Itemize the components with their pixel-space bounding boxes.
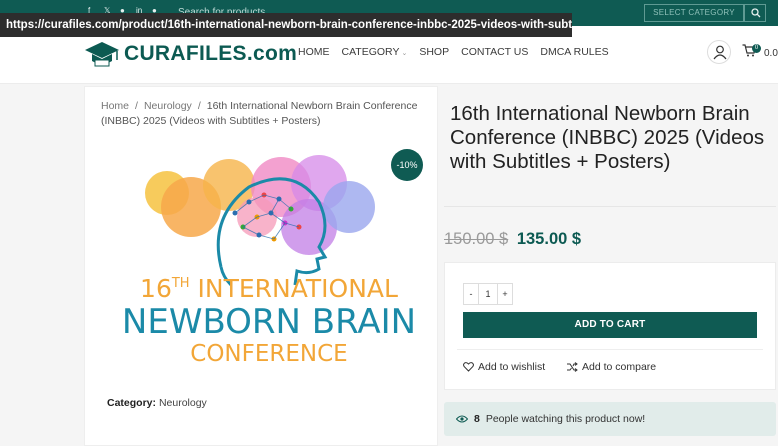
- price-old: 150.00 $: [444, 230, 509, 248]
- image-line-1: 16TH INTERNATIONAL: [140, 274, 398, 303]
- nav-category[interactable]: CATEGORY ⌄: [342, 46, 408, 58]
- divider: [457, 349, 763, 350]
- nav-home[interactable]: HOME: [298, 46, 330, 58]
- site-logo[interactable]: CURAFILES.com: [84, 40, 297, 68]
- nav-shop[interactable]: SHOP: [419, 46, 449, 58]
- product-title: 16th International Newborn Brain Confere…: [450, 102, 765, 173]
- product-gallery-card: Home / Neurology/16th International Newbor…: [84, 86, 438, 446]
- divider: [444, 206, 776, 207]
- qty-input[interactable]: 1: [478, 284, 498, 304]
- breadcrumb-category[interactable]: Neurology: [144, 100, 192, 112]
- account-button[interactable]: [707, 40, 731, 64]
- price-current: 135.00 $: [516, 230, 582, 248]
- quantity-stepper: - 1 +: [463, 283, 513, 305]
- image-line-2: NEWBORN BRAIN: [122, 302, 416, 342]
- category-label: Category:: [107, 397, 157, 409]
- chevron-down-icon: ⌄: [401, 50, 408, 57]
- cart-count-badge: 0: [752, 44, 761, 53]
- qty-increase-button[interactable]: +: [498, 284, 512, 304]
- add-to-wishlist-link[interactable]: Add to wishlist: [463, 361, 545, 373]
- shuffle-icon: [567, 362, 578, 372]
- purchase-box: - 1 + ADD TO CART Add to wishlist Add to…: [444, 262, 776, 390]
- category-link[interactable]: Neurology: [159, 397, 207, 409]
- heart-icon: [463, 362, 474, 372]
- breadcrumb-separator: /: [197, 100, 201, 112]
- logo-text: CURAFILES.com: [124, 42, 298, 65]
- qty-decrease-button[interactable]: -: [464, 284, 478, 304]
- search-icon: [751, 8, 761, 18]
- product-category: Category: Neurology: [107, 397, 207, 409]
- product-image[interactable]: 16TH INTERNATIONAL NEWBORN BRAIN CONFERE…: [109, 147, 429, 375]
- user-icon: [713, 45, 727, 60]
- watching-notice: 8 People watching this product now!: [444, 402, 776, 436]
- category-select[interactable]: SELECT CATEGORY: [644, 4, 744, 22]
- price: 150.00 $ 135.00 $: [444, 230, 581, 249]
- graduation-cap-icon: [85, 42, 119, 67]
- eye-icon: [456, 415, 468, 423]
- nav-category-label: CATEGORY: [341, 46, 400, 58]
- breadcrumb: Home / Neurology/16th International Newbor…: [101, 99, 431, 129]
- search-button[interactable]: [744, 4, 766, 22]
- wishlist-label: Add to wishlist: [478, 361, 546, 373]
- link-url-tooltip: https://curafiles.com/product/16th-inter…: [0, 13, 572, 37]
- nav-contact-us[interactable]: CONTACT US: [461, 46, 528, 58]
- nav-dmca-rules[interactable]: DMCA RULES: [540, 46, 608, 58]
- discount-badge: -10%: [391, 149, 423, 181]
- watching-text: People watching this product now!: [485, 413, 646, 425]
- cart-total[interactable]: 0.0: [764, 48, 778, 59]
- add-to-compare-link[interactable]: Add to compare: [567, 361, 656, 373]
- compare-label: Add to compare: [582, 361, 657, 373]
- add-to-cart-button[interactable]: ADD TO CART: [463, 312, 757, 338]
- watching-count: 8: [474, 413, 480, 425]
- breadcrumb-separator: /: [135, 100, 138, 112]
- image-line-3: CONFERENCE: [190, 341, 347, 367]
- main-nav: HOME CATEGORY ⌄ SHOP CONTACT US DMCA RULE…: [298, 46, 621, 58]
- breadcrumb-home[interactable]: Home: [101, 100, 129, 112]
